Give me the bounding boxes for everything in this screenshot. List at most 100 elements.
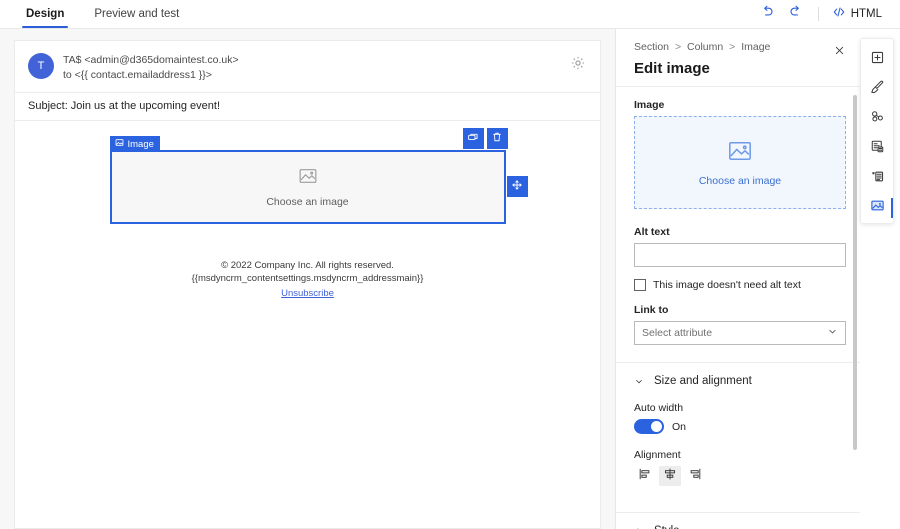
redo-button[interactable] xyxy=(783,2,809,26)
footer-address-token: {{msdyncrm_contentsettings.msdyncrm_addr… xyxy=(15,272,600,285)
section-style[interactable]: Style xyxy=(634,513,846,529)
top-command-bar: Design Preview and test xyxy=(0,0,900,29)
email-body: Image Choose an image © 2022 Company Inc… xyxy=(15,121,600,300)
properties-panel: Section > Column > Image Edit image Imag… xyxy=(615,29,860,529)
trash-icon xyxy=(491,130,503,148)
link-to-select[interactable]: Select attribute xyxy=(634,321,846,345)
tab-preview-and-test[interactable]: Preview and test xyxy=(90,0,183,28)
breadcrumb-separator: > xyxy=(675,41,681,53)
image-library-icon xyxy=(870,198,885,218)
image-placeholder-text: Choose an image xyxy=(266,196,348,208)
main-tabs: Design Preview and test xyxy=(0,0,205,28)
move-block-handle[interactable] xyxy=(507,176,528,197)
footer-copyright: © 2022 Company Inc. All rights reserved. xyxy=(15,259,600,272)
chevron-down-icon xyxy=(634,376,644,387)
breadcrumb-item-section[interactable]: Section xyxy=(634,41,669,53)
undo-button[interactable] xyxy=(755,2,781,26)
brush-theme-icon xyxy=(870,80,885,100)
image-block-wrapper: Image Choose an image xyxy=(110,150,506,224)
html-button[interactable]: HTML xyxy=(828,2,886,26)
auto-width-row: On xyxy=(634,419,846,434)
panel-scrollbar-thumb[interactable] xyxy=(853,95,857,450)
no-alt-text-checkbox[interactable] xyxy=(634,279,646,291)
rail-personalization-button[interactable] xyxy=(860,104,894,134)
close-panel-button[interactable] xyxy=(830,42,848,60)
tab-design-label: Design xyxy=(26,8,64,20)
undo-arrow-icon xyxy=(760,4,775,24)
image-picker-label: Choose an image xyxy=(699,175,781,187)
image-field-label: Image xyxy=(634,99,846,111)
panel-body: Image Choose an image Alt text This imag… xyxy=(616,86,860,529)
unsubscribe-link[interactable]: Unsubscribe xyxy=(281,287,334,300)
panel-scrollbar[interactable] xyxy=(853,95,857,499)
image-block-tag: Image xyxy=(110,136,160,152)
auto-width-label: Auto width xyxy=(634,402,846,414)
move-handle-icon xyxy=(511,178,523,196)
duplicate-icon xyxy=(467,130,479,148)
align-left-button[interactable] xyxy=(634,466,656,486)
email-settings-button[interactable] xyxy=(570,55,588,73)
tab-preview-and-test-label: Preview and test xyxy=(94,8,179,20)
template-list-icon xyxy=(870,169,885,189)
panel-header: Section > Column > Image Edit image xyxy=(616,29,860,86)
align-right-button[interactable] xyxy=(684,466,706,486)
alignment-options xyxy=(634,466,846,486)
alt-text-input[interactable] xyxy=(634,243,846,267)
avatar: T xyxy=(28,53,54,79)
image-placeholder-icon xyxy=(298,166,318,191)
align-right-icon xyxy=(688,467,702,486)
chevron-down-icon xyxy=(827,326,838,340)
image-placeholder-icon xyxy=(727,138,753,169)
rail-image-library-button[interactable] xyxy=(860,193,894,223)
email-header: T TA$ <admin@d365domaintest.co.uk> to <{… xyxy=(15,41,600,93)
auto-width-toggle[interactable] xyxy=(634,419,664,434)
email-subject: Subject: Join us at the upcoming event! xyxy=(15,93,600,121)
alt-text-label: Alt text xyxy=(634,226,846,238)
email-to: to <{{ contact.emailaddress1 }}> xyxy=(63,68,239,83)
rail-add-element-button[interactable] xyxy=(860,45,894,75)
gear-icon xyxy=(570,58,586,75)
email-card: T TA$ <admin@d365domaintest.co.uk> to <{… xyxy=(14,40,601,529)
section-size-and-alignment[interactable]: Size and alignment xyxy=(634,363,846,387)
email-from: TA$ <admin@d365domaintest.co.uk> xyxy=(63,53,239,68)
breadcrumb-separator: > xyxy=(729,41,735,53)
email-footer: © 2022 Company Inc. All rights reserved.… xyxy=(15,259,600,300)
personalization-icon xyxy=(870,109,885,129)
no-alt-text-checkbox-row[interactable]: This image doesn't need alt text xyxy=(634,279,846,291)
section-size-and-alignment-title: Size and alignment xyxy=(654,375,752,387)
email-canvas: T TA$ <admin@d365domaintest.co.uk> to <{… xyxy=(0,29,615,529)
delete-block-button[interactable] xyxy=(487,128,508,149)
toggle-knob xyxy=(651,421,662,432)
top-bar-actions: HTML xyxy=(755,0,900,28)
link-to-label: Link to xyxy=(634,304,846,316)
image-icon xyxy=(115,138,124,150)
image-picker[interactable]: Choose an image xyxy=(634,116,846,209)
chevron-right-icon xyxy=(634,526,644,529)
email-addresses: TA$ <admin@d365domaintest.co.uk> to <{{ … xyxy=(63,52,239,83)
image-block-tag-label: Image xyxy=(128,139,154,150)
duplicate-block-button[interactable] xyxy=(463,128,484,149)
breadcrumb-item-column[interactable]: Column xyxy=(687,41,723,53)
align-center-button[interactable] xyxy=(659,466,681,486)
page-title: Edit image xyxy=(634,60,846,77)
add-element-icon xyxy=(870,50,885,70)
rail-template-list-button[interactable] xyxy=(860,164,894,194)
avatar-initial: T xyxy=(38,60,45,72)
auto-width-state: On xyxy=(672,421,686,433)
breadcrumb: Section > Column > Image xyxy=(634,41,846,53)
rail-brush-theme-button[interactable] xyxy=(860,75,894,105)
alignment-label: Alignment xyxy=(634,449,846,461)
image-block[interactable]: Image Choose an image xyxy=(110,150,506,224)
close-icon xyxy=(834,44,845,59)
link-to-selected-value: Select attribute xyxy=(642,327,712,339)
breadcrumb-item-image[interactable]: Image xyxy=(741,41,770,53)
html-button-label: HTML xyxy=(851,8,882,20)
section-style-title: Style xyxy=(654,525,680,529)
rail-content-block-button[interactable] xyxy=(860,134,894,164)
align-center-icon xyxy=(663,467,677,486)
no-alt-text-label: This image doesn't need alt text xyxy=(653,279,801,291)
block-action-toolbar xyxy=(463,128,508,149)
content-block-icon xyxy=(870,139,885,159)
tab-design[interactable]: Design xyxy=(22,0,68,28)
align-left-icon xyxy=(638,467,652,486)
